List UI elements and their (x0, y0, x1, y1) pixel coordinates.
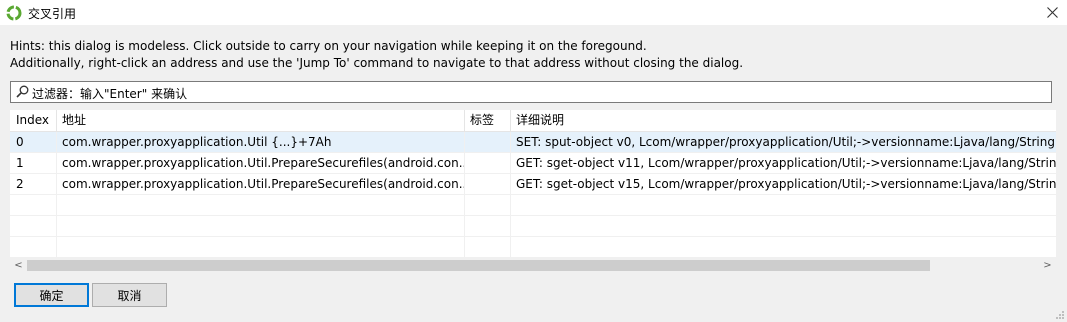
cell-index: 1 (16, 156, 24, 170)
cell-address: com.wrapper.proxyapplication.Util.Prepar… (62, 177, 464, 191)
cell-index: 2 (16, 177, 24, 191)
filter-placeholder: 过滤器：输入"Enter" 来确认 (32, 87, 188, 101)
column-gridline (464, 132, 465, 258)
window-title: 交叉引用 (28, 7, 77, 21)
ok-button[interactable]: 确定 (14, 283, 89, 307)
table-row[interactable]: 0 com.wrapper.proxyapplication.Util {...… (10, 132, 1056, 153)
cell-address: com.wrapper.proxyapplication.Util {...}+… (62, 135, 332, 149)
cell-index: 0 (16, 135, 24, 149)
table-row[interactable]: 1 com.wrapper.proxyapplication.Util.Prep… (10, 153, 1056, 174)
scroll-right-button[interactable]: > (1039, 258, 1056, 273)
cell-detail: GET: sget-object v15, Lcom/wrapper/proxy… (516, 177, 1056, 191)
title-bar: 交叉引用 (0, 0, 1067, 25)
chevron-left-icon: < (14, 260, 23, 271)
search-icon (16, 85, 29, 98)
column-gridline (510, 132, 511, 258)
resize-grip-icon[interactable] (1055, 310, 1065, 320)
column-header-address[interactable]: 地址 (56, 110, 464, 131)
column-header-label[interactable]: 标签 (464, 110, 510, 131)
table-row[interactable]: 2 com.wrapper.proxyapplication.Util.Prep… (10, 174, 1056, 195)
column-gridline (56, 132, 57, 258)
chevron-right-icon: > (1043, 260, 1052, 271)
hint-line-2: Additionally, right-click an address and… (10, 56, 744, 70)
cancel-button[interactable]: 取消 (92, 283, 167, 307)
cell-label (464, 174, 510, 195)
close-button[interactable] (1037, 0, 1067, 25)
cell-detail: GET: sget-object v11, Lcom/wrapper/proxy… (516, 156, 1056, 170)
close-icon (1046, 7, 1058, 18)
scrollbar-thumb[interactable] (27, 260, 930, 271)
table-body: 0 com.wrapper.proxyapplication.Util {...… (10, 132, 1056, 258)
scroll-left-button[interactable]: < (10, 258, 27, 273)
horizontal-scrollbar[interactable]: < > (10, 258, 1056, 273)
column-header-detail[interactable]: 详细说明 (510, 110, 1056, 131)
empty-row (10, 237, 1056, 258)
empty-row (10, 195, 1056, 216)
cell-label (464, 153, 510, 174)
cell-address: com.wrapper.proxyapplication.Util.Prepar… (62, 156, 464, 170)
column-header-index[interactable]: Index (10, 110, 56, 131)
hints-text: Hints: this dialog is modeless. Click ou… (10, 38, 743, 72)
filter-input[interactable]: 过滤器：输入"Enter" 来确认 (10, 81, 1052, 103)
cell-detail: SET: sput-object v0, Lcom/wrapper/proxya… (516, 135, 1056, 149)
cell-label (464, 132, 510, 153)
table-header: Index 地址 标签 详细说明 (10, 110, 1056, 132)
app-icon (6, 5, 22, 21)
empty-row (10, 216, 1056, 237)
xref-table: Index 地址 标签 详细说明 0 com.wrapper.proxyappl… (10, 110, 1056, 258)
hint-line-1: Hints: this dialog is modeless. Click ou… (10, 39, 647, 53)
